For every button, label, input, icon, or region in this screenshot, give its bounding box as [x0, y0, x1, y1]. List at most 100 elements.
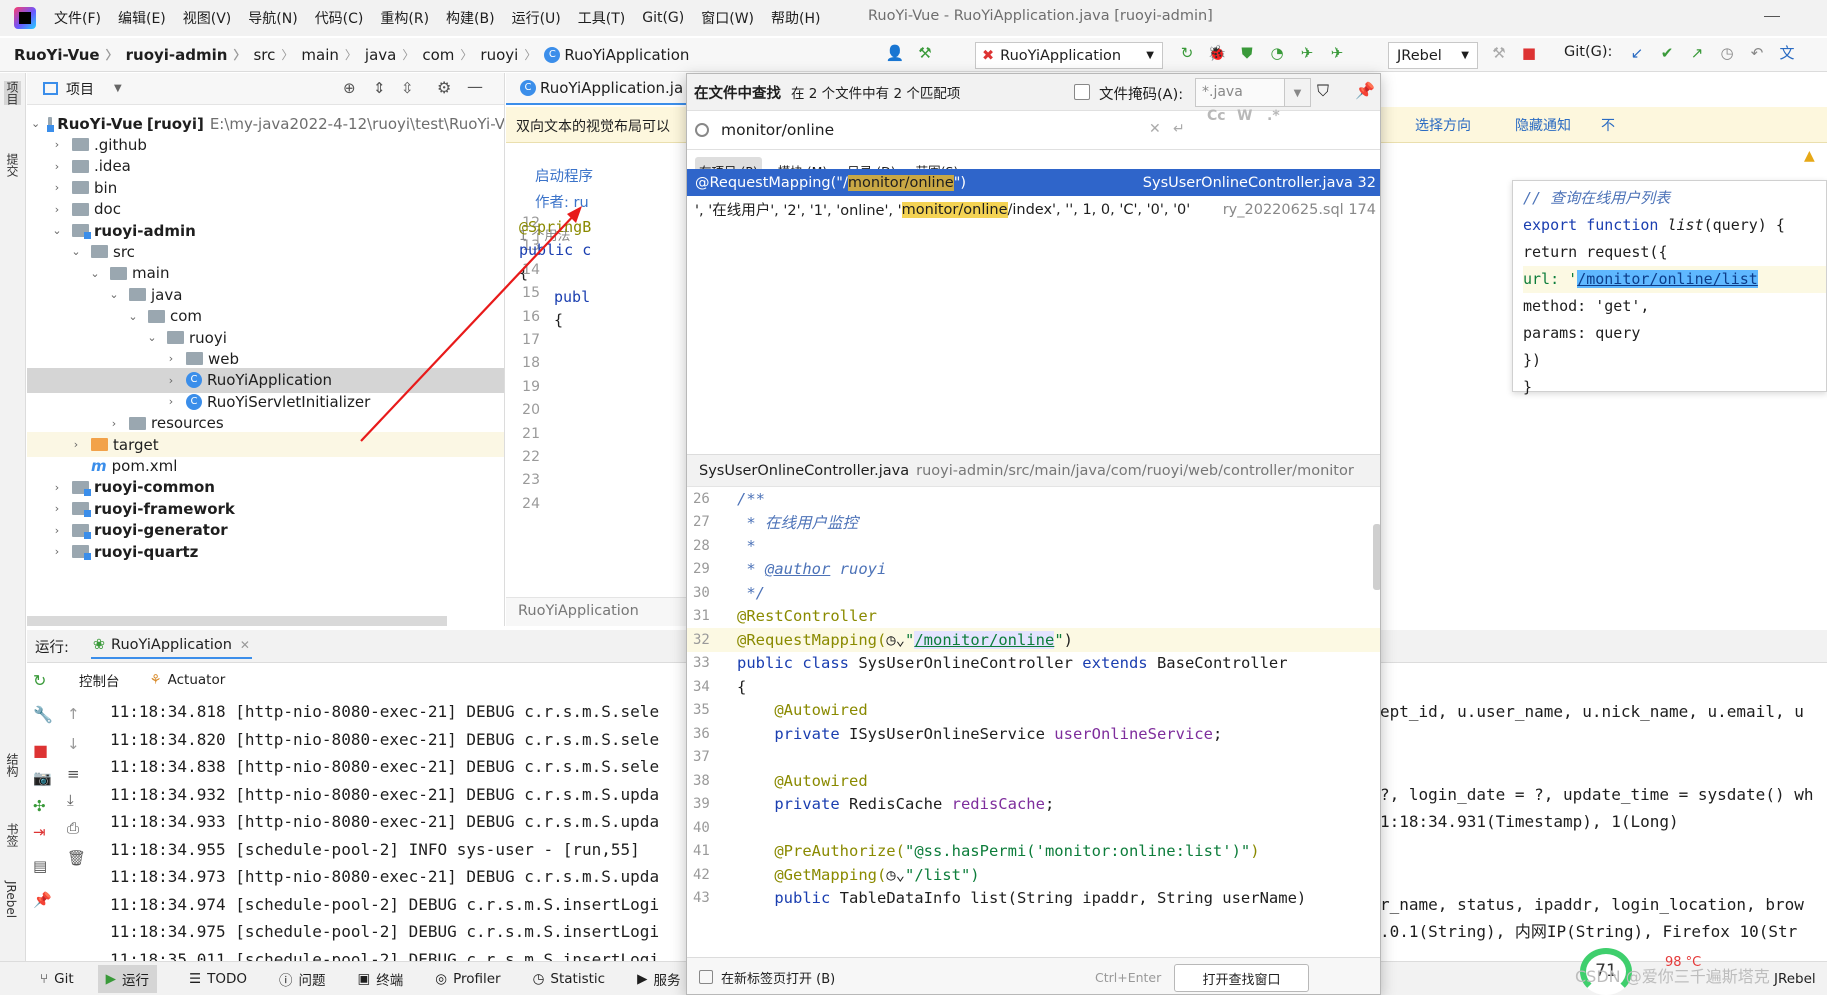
menu-file[interactable]: 文件(F): [54, 8, 101, 28]
status-profiler[interactable]: ◎ Profiler: [435, 971, 500, 987]
pin-icon[interactable]: 📌: [33, 891, 52, 909]
menu-edit[interactable]: 编辑(E): [118, 8, 166, 28]
menu-window[interactable]: 窗口(W): [701, 8, 754, 28]
run-config-select[interactable]: ✖ RuoYiApplication ▼: [975, 42, 1163, 69]
up-arrow-icon[interactable]: ↑: [67, 705, 80, 723]
status-statistic[interactable]: ◷ Statistic: [533, 971, 605, 987]
git-update-icon[interactable]: ↙: [1626, 42, 1648, 64]
status-services[interactable]: ▶ 服务: [637, 969, 680, 989]
status-todo[interactable]: ☰ TODO: [189, 971, 247, 987]
filter-icon[interactable]: ⛉: [1317, 81, 1329, 101]
select-direction-link[interactable]: 选择方向: [1415, 115, 1471, 135]
expand-all-icon[interactable]: ⇕: [373, 79, 386, 97]
collapse-all-icon[interactable]: ⇳: [401, 79, 414, 97]
status-problems[interactable]: ⓘ 问题: [279, 969, 326, 989]
menu-code[interactable]: 代码(C): [315, 8, 364, 28]
breadcrumb-module[interactable]: ruoyi-admin 〉: [126, 46, 246, 64]
wrench-icon[interactable]: 🔧: [33, 705, 53, 724]
scroll-end-icon[interactable]: ⤓: [67, 791, 74, 809]
match-case-toggle[interactable]: Cc: [1207, 108, 1226, 124]
git-rollback-icon[interactable]: ↶: [1746, 42, 1768, 64]
open-find-window-button[interactable]: 打开查找窗口: [1174, 964, 1309, 992]
clear-icon[interactable]: ✕: [1149, 121, 1161, 137]
close-icon[interactable]: ✕: [240, 638, 250, 652]
breadcrumb-src[interactable]: src 〉: [253, 46, 293, 64]
jrebel-select[interactable]: JRebel ▼: [1388, 42, 1478, 69]
debug-icon[interactable]: 🐞: [1206, 42, 1228, 64]
chevron-right-icon[interactable]: ›: [50, 524, 64, 537]
search-result-row[interactable]: @RequestMapping("/monitor/online ") SysUse…: [687, 169, 1380, 196]
menu-run[interactable]: 运行(U): [512, 8, 561, 28]
login-icon[interactable]: ⇥: [33, 823, 46, 841]
newline-icon[interactable]: ↵: [1173, 121, 1185, 137]
menu-git[interactable]: Git(G): [642, 10, 684, 26]
build-hammer-icon[interactable]: ⚒: [914, 42, 936, 64]
hide-notice-link[interactable]: 隐藏通知: [1515, 115, 1571, 135]
down-arrow-icon[interactable]: ↓: [67, 735, 80, 753]
file-mask-checkbox[interactable]: [1074, 84, 1090, 100]
breadcrumb-class[interactable]: C RuoYiApplication: [544, 46, 689, 64]
status-run[interactable]: ▶ 运行: [97, 964, 158, 993]
tab-commit[interactable]: 提交: [4, 153, 21, 177]
editor-tab[interactable]: C RuoYiApplication.ja: [506, 73, 686, 105]
chevron-down-icon[interactable]: ⌄: [107, 288, 121, 301]
rerun-icon[interactable]: ↻: [1176, 42, 1198, 64]
breadcrumb-main[interactable]: main 〉: [301, 46, 357, 64]
dont-show-link[interactable]: 不: [1601, 115, 1615, 135]
chevron-right-icon[interactable]: ›: [164, 352, 178, 365]
regex-toggle[interactable]: .*: [1267, 108, 1280, 124]
jrebel-debug-icon[interactable]: ✈: [1326, 42, 1348, 64]
tab-bookmarks[interactable]: 书签: [4, 823, 21, 847]
coverage-icon[interactable]: ⛊: [1236, 42, 1258, 64]
tab-structure[interactable]: 结构: [4, 753, 21, 777]
menu-build[interactable]: 构建(B): [446, 8, 495, 28]
tab-actuator[interactable]: Actuator: [168, 672, 226, 688]
breadcrumb-com[interactable]: com 〉: [422, 46, 472, 64]
chevron-down-icon[interactable]: ⌄: [31, 117, 40, 130]
tab-project[interactable]: 项目: [4, 81, 21, 105]
breadcrumb-ruoyi[interactable]: ruoyi 〉: [480, 46, 536, 64]
whole-words-toggle[interactable]: W: [1237, 108, 1252, 124]
menu-refactor[interactable]: 重构(R): [380, 8, 429, 28]
tab-jrebel[interactable]: JRebel: [4, 881, 18, 918]
plugin-icon[interactable]: ✣: [33, 797, 46, 815]
chevron-right-icon[interactable]: ›: [50, 138, 64, 151]
open-in-new-tab-checkbox[interactable]: [699, 970, 713, 984]
gear-icon[interactable]: ⚙: [437, 78, 451, 97]
menu-help[interactable]: 帮助(H): [771, 8, 820, 28]
chevron-right-icon[interactable]: ›: [69, 438, 83, 451]
profile-icon[interactable]: ◔: [1266, 42, 1288, 64]
breadcrumb-java[interactable]: java 〉: [365, 46, 414, 64]
chevron-down-icon[interactable]: ⌄: [50, 224, 64, 237]
chevron-down-icon[interactable]: ▼: [114, 83, 122, 94]
menu-navigate[interactable]: 导航(N): [248, 8, 297, 28]
status-terminal[interactable]: ▣ 终端: [358, 969, 404, 989]
rerun-icon[interactable]: ↻: [33, 671, 46, 690]
jrebel-status[interactable]: JRebel: [1774, 971, 1816, 987]
hide-panel-icon[interactable]: —: [467, 77, 483, 96]
hammer-disabled-icon[interactable]: ⚒: [1488, 42, 1510, 64]
chevron-down-icon[interactable]: ⌄: [145, 331, 159, 344]
git-commit-icon[interactable]: ✔: [1656, 42, 1678, 64]
trash-icon[interactable]: 🗑: [67, 849, 86, 867]
soft-wrap-icon[interactable]: ≡: [67, 765, 80, 783]
chevron-right-icon[interactable]: ›: [50, 481, 64, 494]
locate-icon[interactable]: ⊕: [343, 79, 356, 97]
breadcrumb-project[interactable]: RuoYi-Vue 〉: [14, 46, 118, 64]
chevron-right-icon[interactable]: ›: [50, 181, 64, 194]
user-icon[interactable]: 👤: [884, 42, 906, 64]
jrebel-run-icon[interactable]: ✈: [1296, 42, 1318, 64]
pin-icon[interactable]: 📌: [1355, 81, 1375, 100]
chevron-right-icon[interactable]: ›: [164, 395, 178, 408]
menu-view[interactable]: 视图(V): [183, 8, 232, 28]
stop-icon[interactable]: ■: [33, 741, 48, 760]
chevron-down-icon[interactable]: ⌄: [88, 267, 102, 280]
chevron-down-icon[interactable]: ⌄: [69, 245, 83, 258]
preview-scrollbar[interactable]: [1373, 524, 1380, 590]
menu-tools[interactable]: 工具(T): [578, 8, 625, 28]
chevron-down-icon[interactable]: ⌄: [126, 310, 140, 323]
chevron-right-icon[interactable]: ›: [50, 203, 64, 216]
chevron-right-icon[interactable]: ›: [164, 374, 178, 387]
git-push-icon[interactable]: ↗: [1686, 42, 1708, 64]
status-git[interactable]: ⑂ Git: [40, 971, 74, 987]
